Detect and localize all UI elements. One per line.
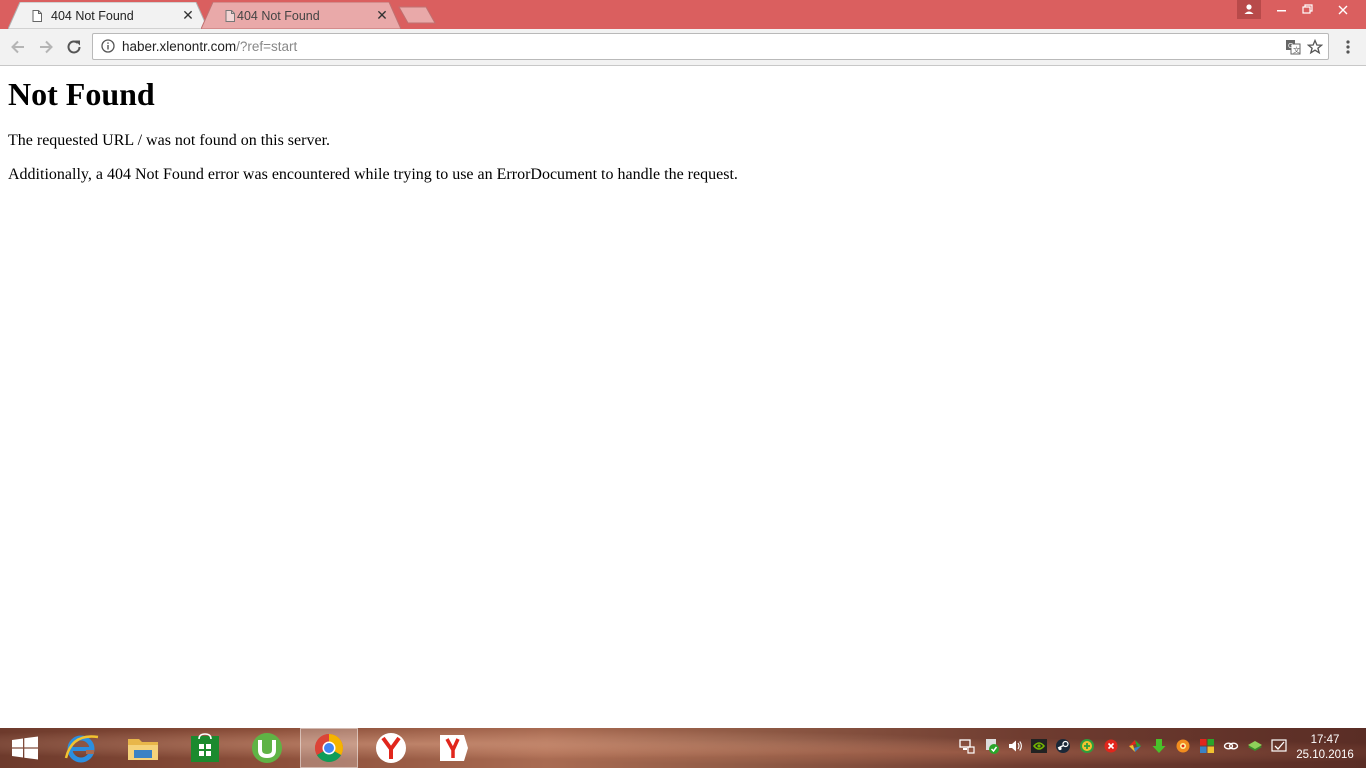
antivirus-alert-icon[interactable] <box>1103 738 1119 754</box>
store-icon <box>191 733 219 762</box>
download-manager-icon[interactable] <box>1079 738 1095 754</box>
yandex-icon <box>440 735 468 761</box>
gear-app-icon[interactable] <box>1175 738 1191 754</box>
nvidia-icon[interactable] <box>1031 738 1047 754</box>
sync-arrows-icon[interactable] <box>1127 738 1143 754</box>
window-controls <box>1268 0 1366 20</box>
folder-icon <box>128 739 158 760</box>
start-button[interactable] <box>0 728 50 768</box>
taskbar-chrome[interactable] <box>300 728 358 768</box>
title-bar: 404 Not Found ✕ 404 Not Found ✕ <box>0 0 1366 29</box>
link-icon[interactable] <box>1223 738 1239 754</box>
url-path: /?ref=start <box>236 39 298 54</box>
close-window-button[interactable] <box>1320 0 1366 20</box>
person-icon <box>1244 4 1254 14</box>
taskbar-file-explorer[interactable] <box>114 728 172 768</box>
page-heading: Not Found <box>8 76 155 112</box>
reload-button[interactable] <box>64 37 84 57</box>
browser-toolbar: haber.xlenontr.com/?ref=start G 文 <box>0 29 1366 66</box>
url-host: haber.xlenontr.com <box>122 39 237 54</box>
page-content: Not Found The requested URL / was not fo… <box>0 66 1366 728</box>
minimize-icon <box>1277 10 1286 12</box>
page-icon <box>32 10 42 22</box>
error-message: The requested URL / was not found on thi… <box>8 132 331 149</box>
menu-icon[interactable] <box>1340 37 1356 57</box>
yandex-browser-icon <box>376 733 406 763</box>
network-icon[interactable] <box>959 738 975 754</box>
tab-close-icon[interactable]: ✕ <box>181 8 195 22</box>
error-detail: Additionally, a 404 Not Found error was … <box>8 166 738 183</box>
new-tab-button[interactable] <box>398 6 436 24</box>
taskbar-clock[interactable]: 17:47 25.10.2016 <box>1292 733 1358 763</box>
restore-icon <box>1302 4 1313 14</box>
taskbar: 17:47 25.10.2016 <box>0 728 1366 768</box>
translate-icon[interactable]: G 文 <box>1285 39 1301 55</box>
tab-title: 404 Not Found <box>51 9 134 23</box>
steam-icon[interactable] <box>1055 738 1071 754</box>
close-icon <box>1338 5 1348 15</box>
restore-button[interactable] <box>1294 0 1320 20</box>
utorrent-icon <box>252 733 282 763</box>
security-check-icon[interactable] <box>984 738 1000 754</box>
office-icon[interactable] <box>1199 738 1215 754</box>
page-icon <box>225 10 235 22</box>
layers-icon[interactable] <box>1247 738 1263 754</box>
tab-inactive[interactable]: 404 Not Found ✕ <box>201 2 401 29</box>
profile-button[interactable] <box>1237 0 1261 19</box>
clock-date: 25.10.2016 <box>1296 749 1354 761</box>
back-button[interactable] <box>8 37 28 57</box>
action-center-icon[interactable] <box>1271 738 1287 754</box>
download-arrow-icon[interactable] <box>1151 738 1167 754</box>
tab-title: 404 Not Found <box>237 9 320 23</box>
taskbar-windows-store[interactable] <box>176 728 234 768</box>
info-icon[interactable] <box>101 39 115 53</box>
taskbar-utorrent[interactable] <box>238 728 296 768</box>
tab-active[interactable]: 404 Not Found ✕ <box>8 2 208 29</box>
taskbar-internet-explorer[interactable] <box>52 728 110 768</box>
taskbar-yandex-browser[interactable] <box>362 728 420 768</box>
tab-close-icon[interactable]: ✕ <box>375 8 389 22</box>
svg-text:文: 文 <box>1293 46 1300 55</box>
address-bar[interactable]: haber.xlenontr.com/?ref=start G 文 <box>92 33 1329 60</box>
url-text[interactable]: haber.xlenontr.com/?ref=start <box>122 39 297 54</box>
taskbar-yandex[interactable] <box>424 728 482 768</box>
forward-button[interactable] <box>36 37 56 57</box>
windows-logo-icon <box>12 736 38 760</box>
internet-explorer-icon <box>64 735 99 763</box>
chrome-icon <box>315 734 343 762</box>
bookmark-star-icon[interactable] <box>1307 39 1323 55</box>
volume-icon[interactable] <box>1007 738 1023 754</box>
minimize-button[interactable] <box>1268 0 1294 20</box>
clock-time: 17:47 <box>1310 734 1340 746</box>
